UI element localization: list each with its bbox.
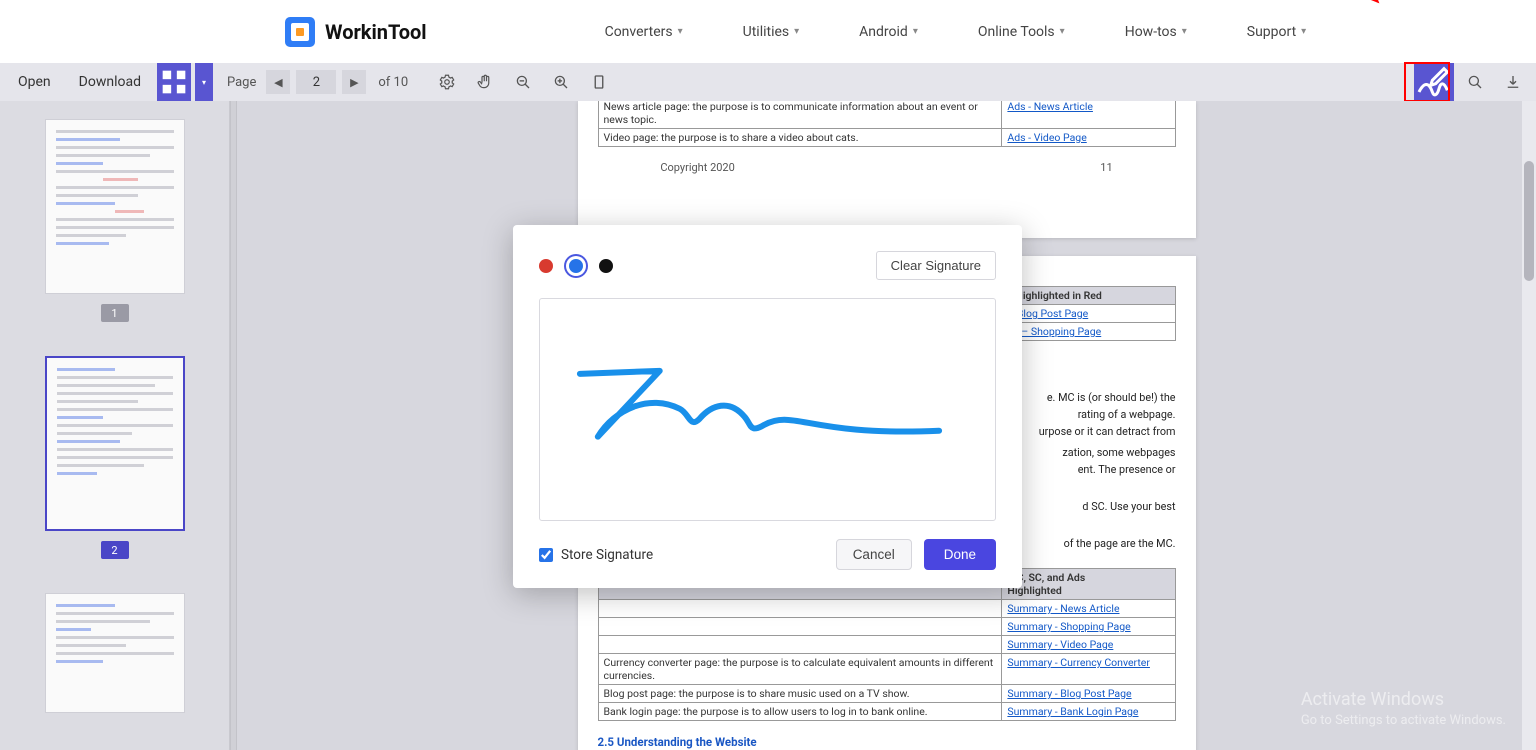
nav-android[interactable]: Android▾ [859,24,918,40]
open-button[interactable]: Open [6,68,63,96]
single-page-icon[interactable] [582,68,616,96]
chevron-down-icon: ▾ [794,26,799,37]
nav-support[interactable]: Support▾ [1247,24,1306,40]
vertical-scrollbar[interactable] [1522,101,1536,750]
thumbnail-page-1[interactable] [45,119,185,294]
section-heading: 2.5 Understanding the Website [598,735,1176,749]
page-next-button[interactable]: ▶ [342,70,366,94]
store-signature-label: Store Signature [561,547,653,563]
signature-color-picker [539,259,613,273]
chevron-down-icon: ▾ [678,26,683,37]
link-summary[interactable]: Summary - News Article [1007,602,1119,615]
thumbnail-panel: 1 2 [0,101,230,750]
site-header: WorkinTool Converters▾ Utilities▾ Androi… [0,0,1536,63]
thumbnail-badge-2: 2 [101,541,129,559]
scrollbar-thumb[interactable] [1524,161,1534,281]
signature-modal: Clear Signature Store Signature Cancel D… [513,225,1022,588]
thumbnail-page-2[interactable] [45,356,185,531]
brand[interactable]: WorkinTool [285,17,427,47]
zoom-in-icon[interactable] [544,68,578,96]
link-summary[interactable]: Summary - Currency Converter [1007,656,1150,669]
table-cell: Currency converter page: the purpose is … [604,656,994,682]
thumbnails-toggle-button[interactable] [157,63,191,101]
viewer-toolbar: Open Download ▾ Page ◀ 2 ▶ of 10 [0,63,1536,101]
clear-signature-button[interactable]: Clear Signature [876,251,996,280]
zoom-out-icon[interactable] [506,68,540,96]
nav-how-tos[interactable]: How-tos▾ [1125,24,1187,40]
table-cell: News article page: the purpose is to com… [604,101,978,126]
link-ads-video[interactable]: Ads - Video Page [1007,131,1086,144]
done-button[interactable]: Done [924,539,996,570]
page-footer: Copyright 2020 11 [598,161,1176,174]
nav-online-tools[interactable]: Online Tools▾ [978,24,1065,40]
link-summary[interactable]: Summary - Video Page [1007,638,1113,651]
color-red[interactable] [539,259,553,273]
chevron-down-icon: ▾ [1182,26,1187,37]
search-icon[interactable] [1458,68,1492,96]
page-label: Page [227,75,256,90]
link-summary[interactable]: Summary - Bank Login Page [1007,705,1138,718]
table-cell: Bank login page: the purpose is to allow… [604,705,928,718]
thumbnail-page-3[interactable] [45,593,185,713]
thumbnail-badge-1: 1 [101,304,129,322]
link-summary[interactable]: Summary - Blog Post Page [1007,687,1131,700]
link-ads-news[interactable]: Ads - News Article [1007,101,1093,113]
color-black[interactable] [599,259,613,273]
nav-converters[interactable]: Converters▾ [605,24,683,40]
document-page-prev: News article page: the purpose is to com… [578,101,1196,238]
cancel-button[interactable]: Cancel [836,539,912,570]
panel-splitter[interactable] [230,101,237,750]
nav-utilities[interactable]: Utilities▾ [743,24,800,40]
chevron-down-icon: ▾ [913,26,918,37]
settings-gear-icon[interactable] [430,68,464,96]
color-blue-selected[interactable] [569,259,583,273]
signature-canvas[interactable] [539,298,996,521]
store-signature-checkbox[interactable]: Store Signature [539,547,653,563]
brand-logo-icon [285,17,315,47]
page-current[interactable]: 2 [296,70,336,94]
site-nav: Converters▾ Utilities▾ Android▾ Online T… [605,24,1307,40]
chevron-down-icon: ▾ [1060,26,1065,37]
brand-name: WorkinTool [325,20,427,44]
thumbnails-dropdown[interactable]: ▾ [195,63,213,101]
table-cell: Video page: the purpose is to share a vi… [604,131,859,144]
pan-hand-icon[interactable] [468,68,502,96]
table-cell: Blog post page: the purpose is to share … [604,687,910,700]
page-prev-button[interactable]: ◀ [266,70,290,94]
signature-stroke-icon [540,299,995,499]
download-icon[interactable] [1496,68,1530,96]
chevron-down-icon: ▾ [1301,26,1306,37]
link-summary[interactable]: Summary - Shopping Page [1007,620,1130,633]
store-signature-input[interactable] [539,548,553,562]
annotation-arrow-icon [1316,0,1396,22]
page-total: of 10 [378,75,408,90]
download-button[interactable]: Download [67,68,153,96]
signature-tool-button[interactable] [1414,63,1454,101]
